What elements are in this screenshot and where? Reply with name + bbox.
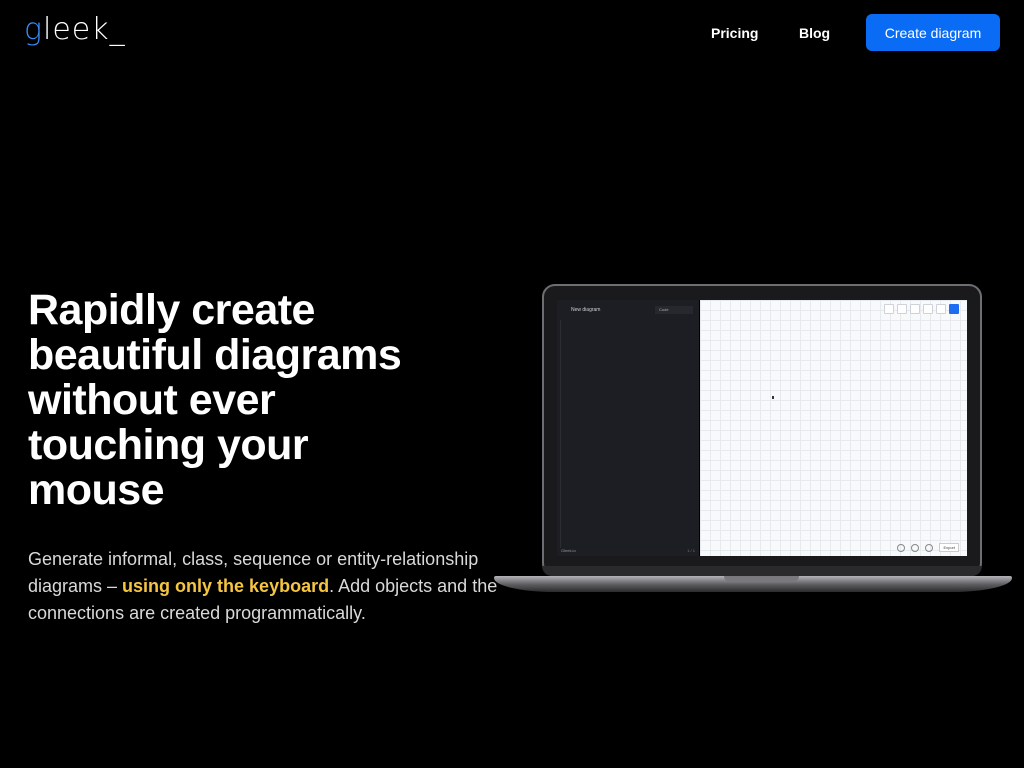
zoom-out-icon <box>897 543 906 552</box>
hero-headline: Rapidly create beautiful diagrams withou… <box>28 288 498 513</box>
text-icon <box>936 304 946 314</box>
laptop-notch <box>724 576 799 582</box>
zoom-in-icon <box>911 543 920 552</box>
nav-blog[interactable]: Blog <box>799 24 830 42</box>
code-panel: New diagram Code Gleek.io 1 / 1 <box>557 300 699 556</box>
fit-icon <box>925 543 934 552</box>
headline-line: mouse <box>28 466 165 514</box>
export-button: Export <box>939 543 959 552</box>
share-icon <box>910 304 920 314</box>
hero-subtitle: Generate informal, class, sequence or en… <box>28 546 498 627</box>
panel-footer-right: 1 / 1 <box>687 548 695 553</box>
headline-line: touching your <box>28 421 309 469</box>
headline-line: without ever <box>28 376 276 424</box>
canvas-toolbar <box>884 304 959 314</box>
laptop-hinge <box>542 566 982 576</box>
headline-line: Rapidly create <box>28 286 315 334</box>
primary-action-icon <box>949 304 959 314</box>
headline-line: beautiful diagrams <box>28 331 402 379</box>
logo-g: g <box>24 12 44 47</box>
mode-selector: Code <box>655 306 693 314</box>
diagram-canvas: Export <box>700 300 967 556</box>
undo-icon <box>884 304 894 314</box>
panel-footer-left: Gleek.io <box>561 548 576 553</box>
panel-title: New diagram <box>571 307 601 313</box>
create-diagram-button[interactable]: Create diagram <box>866 14 1000 51</box>
subtitle-highlight: using only the keyboard <box>122 576 330 596</box>
logo[interactable]: gleek_ <box>24 10 126 50</box>
app-preview-screen: New diagram Code Gleek.io 1 / 1 Export <box>557 300 967 556</box>
zoom-controls: Export <box>897 543 959 552</box>
nav-pricing[interactable]: Pricing <box>711 24 758 42</box>
logo-text: leek_ <box>43 12 126 47</box>
redo-icon <box>897 304 907 314</box>
code-editor-area <box>560 320 697 548</box>
cursor-icon <box>772 396 774 399</box>
copy-icon <box>923 304 933 314</box>
